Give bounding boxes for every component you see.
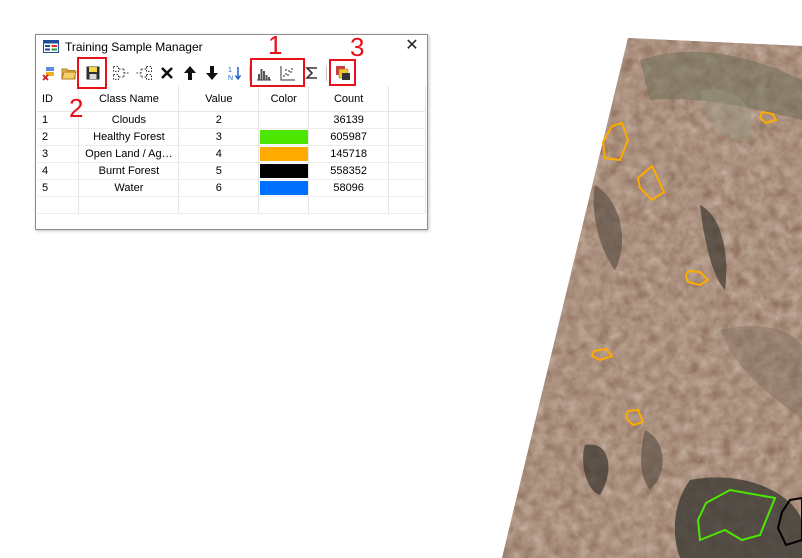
cell-id: 5 bbox=[37, 179, 80, 197]
delete-button[interactable] bbox=[157, 63, 177, 83]
training-samples-table: ID Class Name Value Color Count 1 Clouds… bbox=[37, 86, 426, 228]
table-row[interactable]: 1 Clouds 2 36139 bbox=[37, 111, 426, 129]
table-row-empty bbox=[37, 196, 426, 214]
cell-value[interactable]: 5 bbox=[178, 162, 260, 180]
table-header-row: ID Class Name Value Color Count bbox=[37, 86, 426, 112]
annotation-box-2 bbox=[77, 57, 107, 89]
open-folder-icon bbox=[61, 68, 77, 80]
table-window-icon bbox=[43, 40, 59, 53]
split-icon bbox=[113, 66, 129, 80]
color-swatch[interactable] bbox=[259, 164, 308, 178]
cell-empty bbox=[78, 196, 180, 214]
cell-empty bbox=[37, 196, 80, 214]
satellite-scene bbox=[502, 38, 802, 558]
close-button[interactable]: ✕ bbox=[397, 35, 427, 59]
color-swatch[interactable] bbox=[259, 181, 308, 195]
color-swatch[interactable] bbox=[259, 113, 308, 127]
remove-layer-icon bbox=[42, 67, 54, 81]
annotation-label-1: 1 bbox=[268, 30, 283, 60]
move-down-button[interactable] bbox=[202, 63, 222, 83]
cell-count: 36139 bbox=[308, 111, 390, 129]
column-header-empty bbox=[388, 86, 426, 112]
cell-class-name[interactable]: Healthy Forest bbox=[78, 128, 180, 146]
cell-empty bbox=[388, 145, 426, 163]
column-header-class-name[interactable]: Class Name bbox=[78, 86, 180, 112]
cell-empty bbox=[388, 111, 426, 129]
annotation-label-2: 2 bbox=[69, 93, 84, 123]
cell-color[interactable] bbox=[258, 128, 310, 146]
color-swatch[interactable] bbox=[259, 147, 308, 161]
annotation-box-3 bbox=[329, 59, 356, 86]
delete-icon bbox=[161, 67, 173, 79]
move-up-icon bbox=[184, 66, 196, 80]
move-down-icon bbox=[206, 66, 218, 80]
table-row[interactable]: 4 Burnt Forest 5 558352 bbox=[37, 162, 426, 180]
cell-id: 2 bbox=[37, 128, 80, 146]
cell-class-name[interactable]: Clouds bbox=[78, 111, 180, 129]
sort-button[interactable]: 1 N bbox=[225, 63, 245, 83]
cell-empty bbox=[258, 196, 310, 214]
split-button[interactable] bbox=[111, 63, 131, 83]
cell-count: 605987 bbox=[308, 128, 390, 146]
cell-value[interactable]: 3 bbox=[178, 128, 260, 146]
cell-empty bbox=[178, 196, 260, 214]
statistics-button[interactable] bbox=[302, 63, 322, 83]
open-button[interactable] bbox=[59, 63, 79, 83]
merge-button[interactable] bbox=[134, 63, 154, 83]
svg-text:1: 1 bbox=[228, 67, 232, 74]
cell-empty bbox=[388, 162, 426, 180]
table-row[interactable]: 5 Water 6 58096 bbox=[37, 179, 426, 197]
cell-empty bbox=[388, 128, 426, 146]
cell-empty bbox=[308, 196, 390, 214]
column-header-count[interactable]: Count bbox=[308, 86, 390, 112]
cell-count: 558352 bbox=[308, 162, 390, 180]
cell-color[interactable] bbox=[258, 179, 310, 197]
svg-text:N: N bbox=[228, 75, 233, 81]
merge-icon bbox=[136, 66, 152, 80]
title-bar[interactable]: Training Sample Manager ✕ bbox=[36, 35, 427, 59]
cell-class-name[interactable]: Open Land / Ag… bbox=[78, 145, 180, 163]
cell-value[interactable]: 2 bbox=[178, 111, 260, 129]
cell-class-name[interactable]: Water bbox=[78, 179, 180, 197]
column-header-color[interactable]: Color bbox=[258, 86, 310, 112]
remove-layer-button[interactable] bbox=[39, 63, 59, 83]
cell-empty bbox=[388, 196, 426, 214]
cell-color[interactable] bbox=[258, 162, 310, 180]
cell-count: 145718 bbox=[308, 145, 390, 163]
cell-empty bbox=[388, 179, 426, 197]
cell-id: 3 bbox=[37, 145, 80, 163]
column-header-value[interactable]: Value bbox=[178, 86, 260, 112]
cell-class-name[interactable]: Burnt Forest bbox=[78, 162, 180, 180]
toolbar-separator bbox=[326, 66, 327, 81]
color-swatch[interactable] bbox=[259, 130, 308, 144]
statistics-sigma-icon bbox=[305, 67, 317, 79]
window-title: Training Sample Manager bbox=[65, 40, 203, 54]
move-up-button[interactable] bbox=[180, 63, 200, 83]
cell-value[interactable]: 4 bbox=[178, 145, 260, 163]
cell-count: 58096 bbox=[308, 179, 390, 197]
annotation-box-1 bbox=[250, 58, 305, 87]
cell-color[interactable] bbox=[258, 111, 310, 129]
table-row[interactable]: 3 Open Land / Ag… 4 145718 bbox=[37, 145, 426, 163]
cell-value[interactable]: 6 bbox=[178, 179, 260, 197]
annotation-label-3: 3 bbox=[350, 32, 365, 62]
cell-id: 4 bbox=[37, 162, 80, 180]
table-row[interactable]: 2 Healthy Forest 3 605987 bbox=[37, 128, 426, 146]
cell-color[interactable] bbox=[258, 145, 310, 163]
sort-icon: 1 N bbox=[228, 67, 242, 81]
